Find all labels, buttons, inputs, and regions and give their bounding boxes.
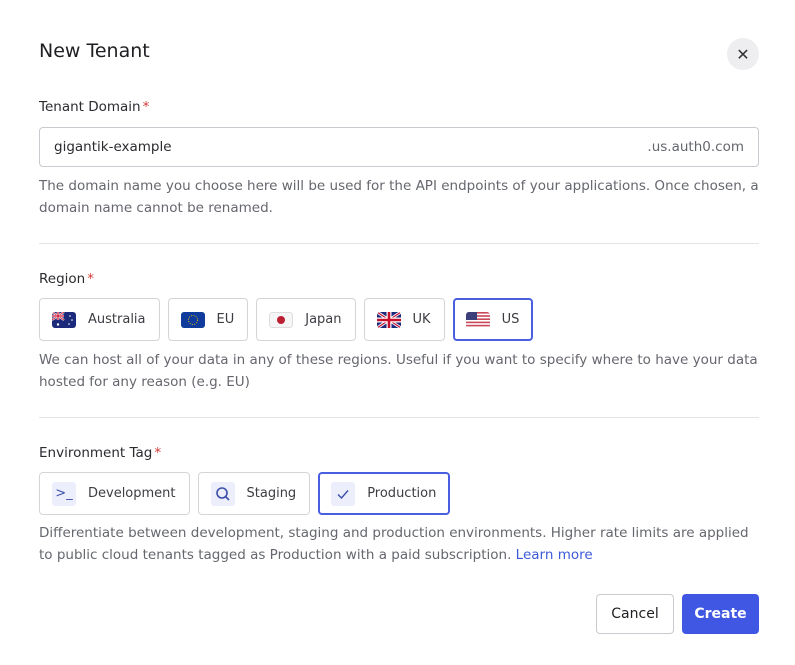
japan-flag-icon bbox=[269, 311, 294, 328]
eu-flag-icon bbox=[180, 311, 205, 328]
divider bbox=[39, 243, 759, 244]
close-button[interactable]: ✕ bbox=[727, 38, 759, 70]
domain-suffix: .us.auth0.com bbox=[647, 139, 744, 155]
uk-flag-icon bbox=[376, 311, 401, 328]
environment-tag-label: Environment Tag * bbox=[39, 445, 162, 461]
env-option-staging[interactable]: Staging bbox=[197, 472, 311, 515]
region-help-text: We can host all of your data in any of t… bbox=[39, 352, 758, 390]
check-icon bbox=[331, 481, 356, 506]
cancel-button[interactable]: Cancel bbox=[596, 594, 674, 634]
divider bbox=[39, 417, 759, 418]
region-label: Region * bbox=[39, 271, 94, 287]
region-option-uk[interactable]: UK bbox=[363, 298, 445, 341]
us-flag-icon bbox=[465, 311, 490, 328]
search-icon bbox=[210, 481, 235, 506]
australia-flag-icon bbox=[52, 311, 76, 328]
create-button[interactable]: Create bbox=[682, 594, 759, 634]
terminal-icon: >_ bbox=[52, 481, 76, 506]
domain-help-text: The domain name you choose here will be … bbox=[39, 178, 759, 216]
region-option-japan[interactable]: Japan bbox=[256, 298, 356, 341]
tenant-domain-label: Tenant Domain * bbox=[39, 99, 150, 115]
region-option-eu[interactable]: EU bbox=[167, 298, 249, 341]
dialog-title: New Tenant bbox=[39, 40, 150, 62]
learn-more-link[interactable]: Learn more bbox=[516, 547, 593, 563]
env-option-production[interactable]: Production bbox=[318, 472, 451, 515]
region-options: Australia EU Japan UK US bbox=[39, 298, 534, 341]
region-option-us[interactable]: US bbox=[452, 298, 534, 341]
environment-help-text: Differentiate between development, stagi… bbox=[39, 525, 749, 563]
environment-options: >_ Development Staging Production bbox=[39, 472, 451, 515]
close-icon: ✕ bbox=[736, 44, 750, 64]
env-option-development[interactable]: >_ Development bbox=[39, 472, 190, 515]
region-option-australia[interactable]: Australia bbox=[39, 298, 160, 341]
tenant-domain-input[interactable] bbox=[54, 139, 648, 155]
tenant-domain-field[interactable]: .us.auth0.com bbox=[39, 127, 759, 167]
